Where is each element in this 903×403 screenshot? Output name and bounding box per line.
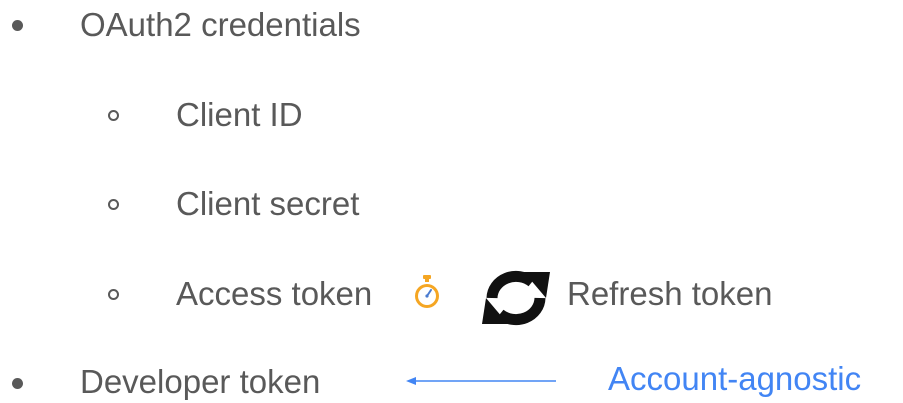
list-bullet-circle <box>108 110 119 121</box>
list-item-developer-token: Developer token <box>80 363 321 400</box>
list-bullet-disc <box>12 20 23 31</box>
arrow-left-icon <box>406 374 556 392</box>
list-bullet-circle <box>108 289 119 300</box>
stopwatch-icon <box>412 275 442 316</box>
list-bullet-circle <box>108 199 119 210</box>
refresh-icon <box>480 268 552 333</box>
list-bullet-disc <box>12 378 23 389</box>
list-item-client-secret: Client secret <box>176 185 360 222</box>
list-item-refresh-token: Refresh token <box>567 275 773 312</box>
list-item-access-token: Access token <box>176 275 373 312</box>
annotation-account-agnostic: Account-agnostic <box>608 360 862 397</box>
slide: OAuth2 credentials Client ID Client secr… <box>0 0 903 403</box>
list-item-oauth2-credentials: OAuth2 credentials <box>80 6 361 43</box>
list-item-client-id: Client ID <box>176 96 303 133</box>
